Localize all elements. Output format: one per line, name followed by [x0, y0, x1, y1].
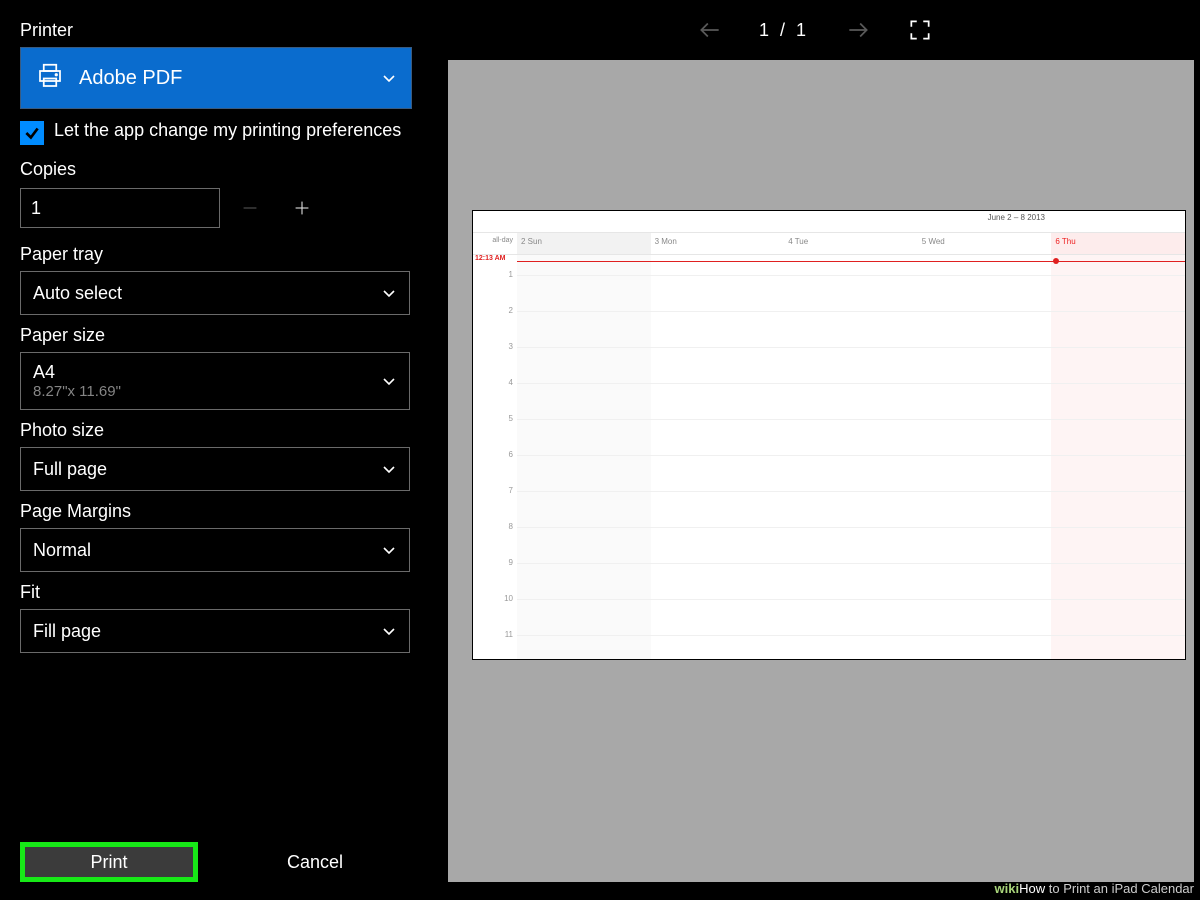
day-header: 2 Sun — [517, 233, 651, 254]
chevron-down-icon — [381, 623, 397, 639]
hour-label: 9 — [473, 558, 513, 567]
paper-tray-select[interactable]: Auto select — [20, 271, 410, 315]
paper-size-value: A4 — [33, 362, 121, 383]
hours-grid: 1 2 3 4 5 6 7 8 9 10 11 — [473, 255, 1185, 659]
hour-label: 6 — [473, 450, 513, 459]
printer-icon — [35, 61, 65, 96]
fit-select[interactable]: Fill page — [20, 609, 410, 653]
hour-line — [517, 491, 1185, 492]
photo-size-select[interactable]: Full page — [20, 447, 410, 491]
action-row: Print Cancel — [20, 842, 412, 882]
hour-label: 3 — [473, 342, 513, 351]
prev-page-button[interactable] — [697, 17, 723, 43]
page-margins-select[interactable]: Normal — [20, 528, 410, 572]
fit-label: Fit — [20, 582, 412, 603]
paper-size-label: Paper size — [20, 325, 412, 346]
copies-input[interactable] — [20, 188, 220, 228]
hour-line — [517, 275, 1185, 276]
preview-area: 1 / 1 June 2 – 8 2013 all-day 2 Sun 3 Mo… — [430, 0, 1200, 900]
hour-line — [517, 527, 1185, 528]
day-header-today: 6 Thu — [1051, 233, 1185, 254]
preferences-checkbox-label: Let the app change my printing preferenc… — [54, 119, 401, 142]
preview-page: June 2 – 8 2013 all-day 2 Sun 3 Mon 4 Tu… — [472, 210, 1186, 660]
hour-label: 5 — [473, 414, 513, 423]
hour-label: 8 — [473, 522, 513, 531]
hour-line — [517, 347, 1185, 348]
hour-label: 1 — [473, 270, 513, 279]
day-header: 5 Wed — [918, 233, 1052, 254]
next-page-button[interactable] — [845, 17, 871, 43]
print-button[interactable]: Print — [25, 847, 193, 877]
day-header: 3 Mon — [651, 233, 785, 254]
paper-tray-value: Auto select — [33, 283, 122, 304]
paper-size-dimensions: 8.27"x 11.69" — [33, 383, 121, 400]
copies-decrement-button[interactable] — [228, 186, 272, 230]
printer-label: Printer — [20, 20, 412, 41]
hour-label: 4 — [473, 378, 513, 387]
fit-value: Fill page — [33, 621, 101, 642]
photo-size-value: Full page — [33, 459, 107, 480]
chevron-down-icon — [381, 542, 397, 558]
highlight-box: Print — [20, 842, 198, 882]
page-indicator: 1 / 1 — [759, 20, 809, 41]
page-margins-value: Normal — [33, 540, 91, 561]
chevron-down-icon — [381, 373, 397, 389]
photo-size-label: Photo size — [20, 420, 412, 441]
hour-label: 11 — [473, 630, 513, 639]
cancel-button[interactable]: Cancel — [226, 842, 404, 882]
preview-toolbar: 1 / 1 — [430, 0, 1200, 60]
copies-increment-button[interactable] — [280, 186, 324, 230]
page-margins-label: Page Margins — [20, 501, 412, 522]
paper-tray-label: Paper tray — [20, 244, 412, 265]
hour-label: 10 — [473, 594, 513, 603]
chevron-down-icon — [381, 70, 397, 86]
preferences-checkbox[interactable] — [20, 121, 44, 145]
fullscreen-button[interactable] — [907, 17, 933, 43]
hour-line — [517, 311, 1185, 312]
watermark: wikiHow to Print an iPad Calendar — [995, 881, 1194, 896]
paper-size-select[interactable]: A4 8.27"x 11.69" — [20, 352, 410, 410]
printer-name: Adobe PDF — [79, 67, 182, 90]
calendar-header: all-day 2 Sun 3 Mon 4 Tue 5 Wed 6 Thu — [473, 233, 1185, 255]
hour-line — [517, 635, 1185, 636]
hour-line — [517, 599, 1185, 600]
hour-label: 7 — [473, 486, 513, 495]
allday-label: all-day — [473, 233, 517, 254]
hour-line — [517, 563, 1185, 564]
hour-label: 2 — [473, 306, 513, 315]
hour-line — [517, 383, 1185, 384]
chevron-down-icon — [381, 285, 397, 301]
copies-label: Copies — [20, 159, 412, 180]
printer-select[interactable]: Adobe PDF — [20, 47, 412, 109]
calendar-title: June 2 – 8 2013 — [988, 213, 1045, 222]
hour-line — [517, 455, 1185, 456]
day-header: 4 Tue — [784, 233, 918, 254]
hour-line — [517, 419, 1185, 420]
chevron-down-icon — [381, 461, 397, 477]
watermark-brand: wiki — [995, 881, 1020, 896]
print-settings-panel: Printer Adobe PDF Let the app change my … — [0, 0, 430, 900]
preview-canvas[interactable]: June 2 – 8 2013 all-day 2 Sun 3 Mon 4 Tu… — [448, 60, 1194, 882]
